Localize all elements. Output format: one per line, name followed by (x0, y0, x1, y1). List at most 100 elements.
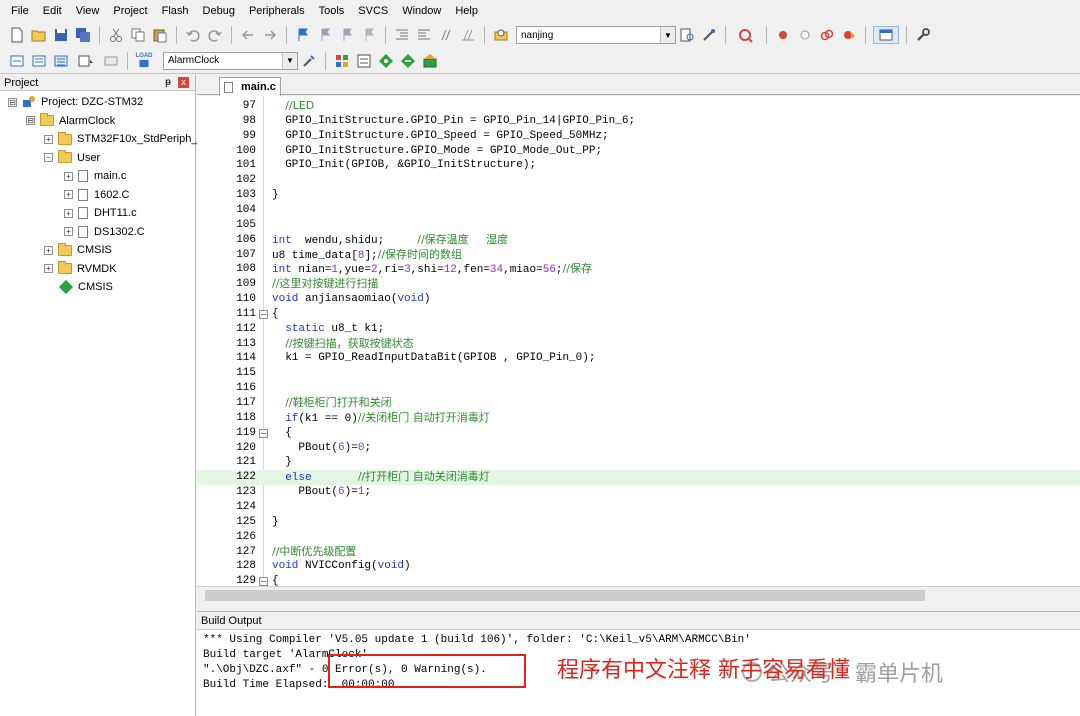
code-line[interactable]: 118 if(k1 == 0)//关闭柜门 自动打开消毒灯 (197, 411, 1080, 426)
menu-svcs[interactable]: SVCS (351, 0, 395, 22)
translate-icon[interactable] (8, 52, 26, 70)
stop-build-icon[interactable] (102, 52, 120, 70)
pin-icon[interactable]: ᵽ (162, 77, 174, 89)
batch-build-icon[interactable] (74, 52, 98, 70)
code-line[interactable]: 107 u8 time_data[8];//保存时间的数组 (197, 248, 1080, 263)
find-in-files-icon[interactable] (492, 26, 510, 44)
tree-item[interactable]: CMSIS (44, 278, 113, 296)
code-line[interactable]: 129−{ (197, 574, 1080, 586)
tree-expander-icon[interactable]: ⊟ (26, 116, 35, 125)
code-line[interactable]: 109 //这里对按键进行扫描 (197, 277, 1080, 292)
rebuild-icon[interactable] (52, 52, 70, 70)
indent-icon[interactable] (393, 26, 411, 44)
code-line[interactable]: 102 (197, 173, 1080, 188)
open-folder-icon[interactable] (30, 26, 48, 44)
nav-forward-icon[interactable] (261, 26, 279, 44)
unindent-icon[interactable] (415, 26, 433, 44)
menu-view[interactable]: View (69, 0, 107, 22)
tree-item[interactable]: +1602.C (64, 186, 129, 204)
code-line[interactable]: 116 (197, 381, 1080, 396)
tree-expander-icon[interactable]: ⊟ (8, 97, 17, 107)
code-line[interactable]: 100 GPIO_InitStructure.GPIO_Mode = GPIO_… (197, 144, 1080, 159)
code-line[interactable]: 125} (197, 515, 1080, 530)
code-line[interactable]: 113 //按键扫描，获取按键状态 (197, 337, 1080, 352)
window-layout-icon[interactable] (873, 26, 899, 44)
menu-file[interactable]: File (4, 0, 36, 22)
target-options-icon[interactable] (300, 52, 318, 70)
manage-components-icon[interactable] (355, 52, 373, 70)
editor-horizontal-scrollbar[interactable] (197, 586, 1080, 603)
scrollbar-thumb[interactable] (205, 590, 925, 601)
tree-item[interactable]: + main.c (64, 167, 126, 185)
code-line[interactable]: 101 GPIO_Init(GPIOB, &GPIO_InitStructure… (197, 158, 1080, 173)
code-editor[interactable]: 97 //LED 98 GPIO_InitStructure.GPIO_Pin =… (197, 96, 1080, 586)
code-line[interactable]: 112 static u8_t k1; (197, 322, 1080, 337)
tree-expander-icon[interactable]: + (44, 245, 53, 255)
menu-help[interactable]: Help (448, 0, 485, 22)
build-icon[interactable] (30, 52, 48, 70)
tree-expander-icon[interactable]: + (64, 190, 73, 199)
menu-flash[interactable]: Flash (155, 0, 196, 22)
code-line[interactable]: 120 PBout(6)=0; (197, 441, 1080, 456)
paste-icon[interactable] (151, 26, 169, 44)
uncomment-icon[interactable] (459, 26, 477, 44)
tree-item[interactable]: + CMSIS (44, 241, 112, 259)
tree-item[interactable]: + DS1302.C (64, 223, 145, 241)
menu-edit[interactable]: Edit (36, 0, 69, 22)
breakpoint-icon[interactable] (774, 26, 792, 44)
code-line[interactable]: 108 int nian=1,yue=2,ri=3,shi=12,fen=34,m… (197, 262, 1080, 277)
save-icon[interactable] (52, 26, 70, 44)
code-line[interactable]: 119− { (197, 426, 1080, 441)
tree-item[interactable]: ⊟ AlarmClock (26, 112, 115, 130)
chevron-down-icon[interactable]: ▼ (282, 52, 297, 69)
close-icon[interactable]: x (178, 77, 189, 88)
fold-toggle-icon[interactable]: − (259, 577, 268, 586)
tree-expander-icon[interactable]: + (64, 208, 73, 218)
breakpoint-clear-icon[interactable] (840, 26, 858, 44)
tree-expander-icon[interactable]: + (64, 227, 73, 236)
chevron-down-icon[interactable]: ▼ (660, 27, 675, 43)
code-line[interactable]: 114 k1 = GPIO_ReadInputDataBit(GPIOB , G… (197, 351, 1080, 366)
tree-item[interactable]: + STM32F10x_StdPeriph_ (44, 130, 197, 148)
code-line[interactable]: 98 GPIO_InitStructure.GPIO_Pin = GPIO_Pi… (197, 114, 1080, 129)
target-combo[interactable]: AlarmClock ▼ (163, 51, 298, 70)
code-line[interactable]: 115 (197, 366, 1080, 381)
new-file-icon[interactable] (8, 26, 26, 44)
nav-back-icon[interactable] (239, 26, 257, 44)
find-combo[interactable]: nanjing ▼ (516, 26, 676, 44)
tree-expander-icon[interactable]: + (44, 134, 53, 144)
menu-debug[interactable]: Debug (196, 0, 242, 22)
download-button[interactable]: LOAD (135, 52, 153, 70)
code-line[interactable]: 104 (197, 203, 1080, 218)
comment-icon[interactable] (437, 26, 455, 44)
pack-installer-icon[interactable] (377, 52, 395, 70)
code-line[interactable]: 97 //LED (197, 99, 1080, 114)
code-line[interactable]: 124 (197, 500, 1080, 515)
select-packs-icon[interactable] (399, 52, 417, 70)
bookmark-clear-icon[interactable] (360, 26, 378, 44)
menu-project[interactable]: Project (106, 0, 154, 22)
fold-toggle-icon[interactable]: − (259, 428, 268, 438)
tree-item[interactable]: ⊟ Project: DZC-STM32 (8, 93, 143, 111)
tree-expander-icon[interactable]: + (44, 264, 53, 273)
undo-icon[interactable] (184, 26, 202, 44)
code-line[interactable]: 110 void anjiansaomiao(void) (197, 292, 1080, 307)
file-extensions-icon[interactable] (333, 52, 351, 70)
bookmark-icon[interactable] (294, 26, 312, 44)
code-line[interactable]: 122 else //打开柜门 自动关闭消毒灯 (197, 470, 1080, 486)
code-line[interactable]: 99 GPIO_InitStructure.GPIO_Speed = GPIO_… (197, 129, 1080, 144)
tree-item[interactable]: + RVMDK (44, 260, 117, 278)
code-line[interactable]: 117 //鞋柜柜门打开和关闭 (197, 396, 1080, 411)
pack-manager-icon[interactable] (421, 52, 439, 70)
fold-toggle-icon[interactable]: − (259, 309, 268, 319)
menu-window[interactable]: Window (395, 0, 448, 22)
code-line[interactable]: 121 } (197, 455, 1080, 470)
code-line[interactable]: 106 int wendu,shidu; //保存温度 湿度 (197, 233, 1080, 248)
code-line[interactable]: 126 (197, 530, 1080, 545)
tree-item[interactable]: − User (44, 149, 100, 167)
code-line[interactable]: 128 void NVICConfig(void) (197, 559, 1080, 574)
tree-item[interactable]: + DHT11.c (64, 204, 137, 222)
tab-main-c[interactable]: main.c (219, 77, 281, 96)
code-line[interactable]: 127 //中断优先级配置 (197, 545, 1080, 560)
breakpoint-kill-icon[interactable] (818, 26, 836, 44)
